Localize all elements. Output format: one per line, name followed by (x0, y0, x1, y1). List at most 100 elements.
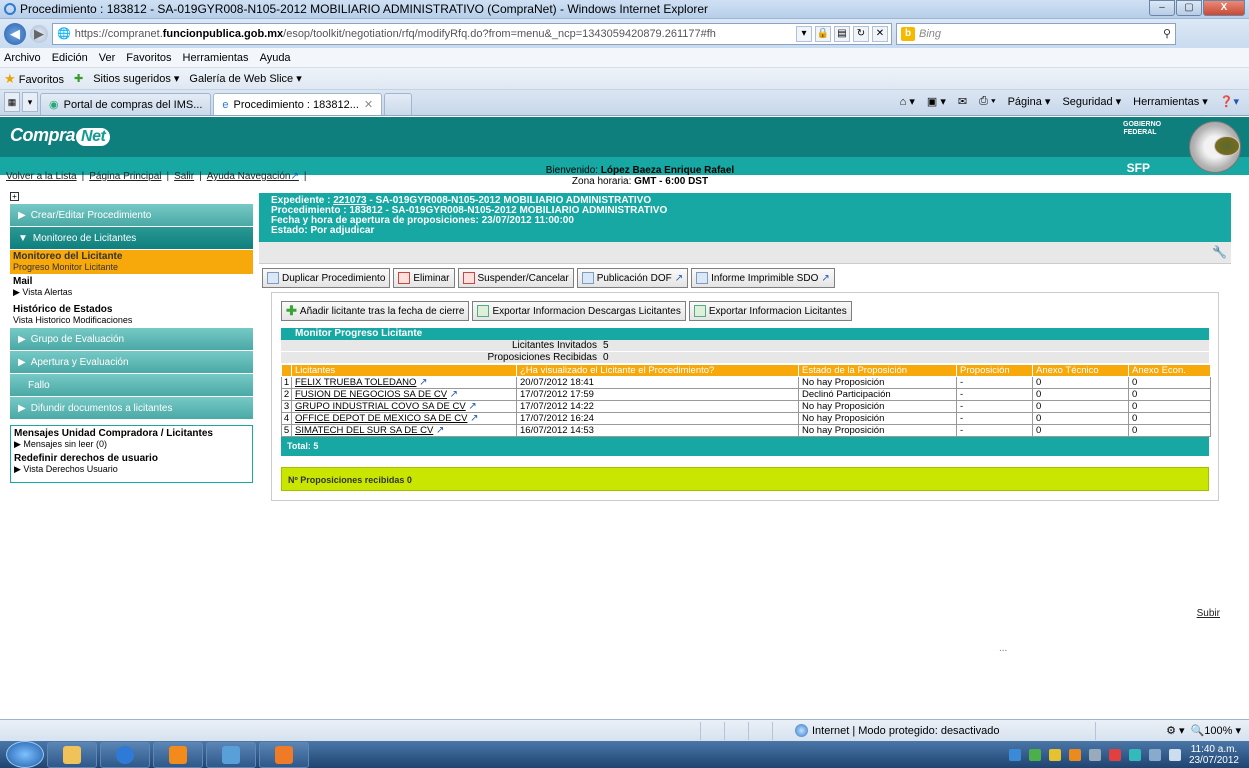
maximize-button[interactable]: ▢ (1176, 0, 1202, 16)
search-icon[interactable]: ⚲ (1163, 27, 1171, 40)
taskbar-explorer[interactable] (47, 741, 97, 768)
column-header-proposicion[interactable]: Proposición (956, 364, 1033, 377)
print-icon[interactable]: ⎙ ▾ (979, 95, 995, 108)
favoritos-button[interactable]: ★ Favoritos (4, 71, 64, 87)
sidebar-item-crear[interactable]: ▶ Crear/Editar Procedimiento (10, 204, 253, 226)
tab-list-icon[interactable]: ▾ (22, 92, 38, 112)
clock[interactable]: 11:40 a.m. 23/07/2012 (1189, 744, 1239, 766)
new-tab-button[interactable] (384, 93, 413, 115)
external-link-icon[interactable]: ↗ (419, 377, 427, 388)
mensajes-link[interactable]: Mensajes Unidad Compradora / Licitantes ▶… (14, 429, 249, 450)
menu-favoritos[interactable]: Favoritos (126, 52, 171, 64)
menu-herramientas[interactable]: Herramientas (183, 52, 249, 64)
dropdown-icon[interactable]: ▾ (796, 25, 812, 42)
sidebar-item-historico[interactable]: Histórico de Estados Vista Historico Modi… (10, 302, 253, 326)
feeds-icon[interactable]: ▣ ▾ (927, 95, 946, 108)
sidebar-item-difundir[interactable]: ▶ Difundir documentos a licitantes (10, 397, 253, 419)
start-button[interactable] (6, 741, 44, 768)
quick-tabs-icon[interactable]: ▦ (4, 92, 20, 112)
close-tab-icon[interactable]: ✕ (364, 98, 373, 111)
tray-icon[interactable] (1008, 748, 1021, 761)
url-field[interactable]: 🌐 https://compranet.funcionpublica.gob.m… (52, 22, 892, 45)
licitante-link[interactable]: OFFICE DEPOT DE MEXICO SA DE CV (295, 413, 467, 424)
zone-settings-icon[interactable]: ⚙ ▾ (1166, 724, 1184, 737)
tray-icon[interactable] (1108, 748, 1121, 761)
tab-procedimiento[interactable]: e Procedimiento : 183812... ✕ (213, 93, 383, 115)
herramientas-menu[interactable]: Herramientas ▾ (1133, 95, 1208, 108)
licitante-link[interactable]: FELIX TRUEBA TOLEDANO (295, 377, 416, 388)
close-button[interactable]: X (1203, 0, 1245, 16)
refresh-icon[interactable]: ↻ (853, 25, 869, 42)
tray-icon[interactable] (1048, 748, 1061, 761)
sidebar-item-mail[interactable]: Mail ▶ Vista Alertas (10, 274, 253, 298)
compranet-logo[interactable]: Compra Net (10, 125, 111, 146)
anadir-licitante-button[interactable]: ✚ Añadir licitante tras la fecha de cierr… (281, 301, 470, 321)
eliminar-button[interactable]: Eliminar (393, 268, 455, 288)
lock-icon[interactable]: 🔒 (815, 25, 831, 42)
sidebar-item-monitoreo-licitante[interactable]: Monitoreo del Licitante Progreso Monitor … (10, 250, 253, 274)
tray-icon[interactable] (1128, 748, 1141, 761)
taskbar-ie[interactable] (100, 741, 150, 768)
sidebar-item-grupo[interactable]: ▶ Grupo de Evaluación (10, 328, 253, 350)
triangle-right-icon: ▶ (18, 209, 26, 221)
zoom-control[interactable]: 🔍100% ▾ (1191, 724, 1241, 737)
wrench-icon[interactable]: 🔧 (1212, 245, 1227, 259)
external-link-icon[interactable]: ↗ (470, 413, 478, 424)
column-header-anexo-econ[interactable]: Anexo Econ. (1128, 364, 1211, 377)
tab-portal-compras[interactable]: ◉ Portal de compras del IMS... (40, 93, 212, 115)
sidebar-item-monitoreo[interactable]: ▼ Monitoreo de Licitantes (10, 227, 253, 249)
exportar-licitantes-button[interactable]: Exportar Informacion Licitantes (688, 301, 852, 321)
minimize-button[interactable]: – (1149, 0, 1175, 16)
back-arrow-icon[interactable]: ◀ (4, 22, 26, 45)
taskbar-outlook[interactable] (153, 741, 203, 768)
tray-icon[interactable] (1088, 748, 1101, 761)
column-header-anexo-tecnico[interactable]: Anexo Técnico (1032, 364, 1129, 377)
licitante-link[interactable]: FUSION DE NEGOCIOS SA DE CV (295, 389, 447, 400)
licitante-link[interactable]: SIMATECH DEL SUR SA DE CV (295, 425, 433, 436)
help-icon[interactable]: ❓▾ (1220, 95, 1239, 108)
informe-button[interactable]: Informe Imprimible SDO ↗ (691, 268, 835, 288)
ayuda-navegacion-link[interactable]: Ayuda Navegación↗ (207, 171, 299, 182)
column-header-visualizado[interactable]: ¿Ha visualizado el Licitante el Procedim… (516, 364, 799, 377)
menu-ver[interactable]: Ver (99, 52, 116, 64)
menu-edicion[interactable]: Edición (52, 52, 88, 64)
search-input[interactable]: b Bing ⚲ (896, 22, 1176, 45)
pagina-principal-link[interactable]: Página Principal (89, 171, 161, 182)
exportar-descargas-button[interactable]: Exportar Informacion Descargas Licitante… (472, 301, 686, 321)
pagina-menu[interactable]: Página ▾ (1008, 95, 1051, 108)
galeria-web-slice[interactable]: Galería de Web Slice ▾ (189, 72, 301, 85)
sitios-sugeridos[interactable]: Sitios sugeridos ▾ (93, 72, 179, 85)
external-link-icon[interactable]: ↗ (450, 389, 458, 400)
menu-ayuda[interactable]: Ayuda (260, 52, 291, 64)
tray-icon[interactable] (1028, 748, 1041, 761)
compat-view-icon[interactable]: ▤ (834, 25, 850, 42)
expand-icon[interactable]: + (10, 192, 19, 201)
licitante-link[interactable]: GRUPO INDUSTRIAL COVO SA DE CV (295, 401, 466, 412)
subir-link[interactable]: Subir (1197, 608, 1220, 619)
network-icon[interactable] (1148, 748, 1161, 761)
taskbar-office[interactable] (259, 741, 309, 768)
add-favorite-icon[interactable]: ✚ (74, 72, 83, 85)
external-link-icon[interactable]: ↗ (436, 425, 444, 436)
salir-link[interactable]: Salir (174, 171, 194, 182)
external-link-icon[interactable]: ↗ (468, 401, 476, 412)
volume-icon[interactable] (1168, 748, 1181, 761)
menu-archivo[interactable]: Archivo (4, 52, 41, 64)
home-icon[interactable]: ⌂ ▾ (900, 95, 915, 108)
publicacion-dof-button[interactable]: Publicación DOF ↗ (576, 268, 689, 288)
seguridad-menu[interactable]: Seguridad ▾ (1062, 95, 1121, 108)
stop-icon[interactable]: ✕ (872, 25, 888, 42)
mail-icon[interactable]: ✉ (958, 95, 967, 108)
column-header-licitantes[interactable]: Licitantes (291, 364, 517, 377)
volver-lista-link[interactable]: Volver a la Lista (6, 171, 77, 182)
column-header-estado[interactable]: Estado de la Proposición (798, 364, 957, 377)
tray-icon[interactable] (1068, 748, 1081, 761)
redefinir-link[interactable]: Redefinir derechos de usuario ▶ Vista Der… (14, 454, 249, 475)
suspender-button[interactable]: Suspender/Cancelar (457, 268, 574, 288)
sidebar-item-fallo[interactable]: Fallo (10, 374, 253, 396)
sidebar-item-apertura[interactable]: ▶ Apertura y Evaluación (10, 351, 253, 373)
security-zone[interactable]: Internet | Modo protegido: desactivado (795, 724, 1000, 737)
forward-arrow-icon[interactable]: ▶ (30, 24, 48, 43)
duplicar-button[interactable]: Duplicar Procedimiento (262, 268, 391, 288)
taskbar-app[interactable] (206, 741, 256, 768)
